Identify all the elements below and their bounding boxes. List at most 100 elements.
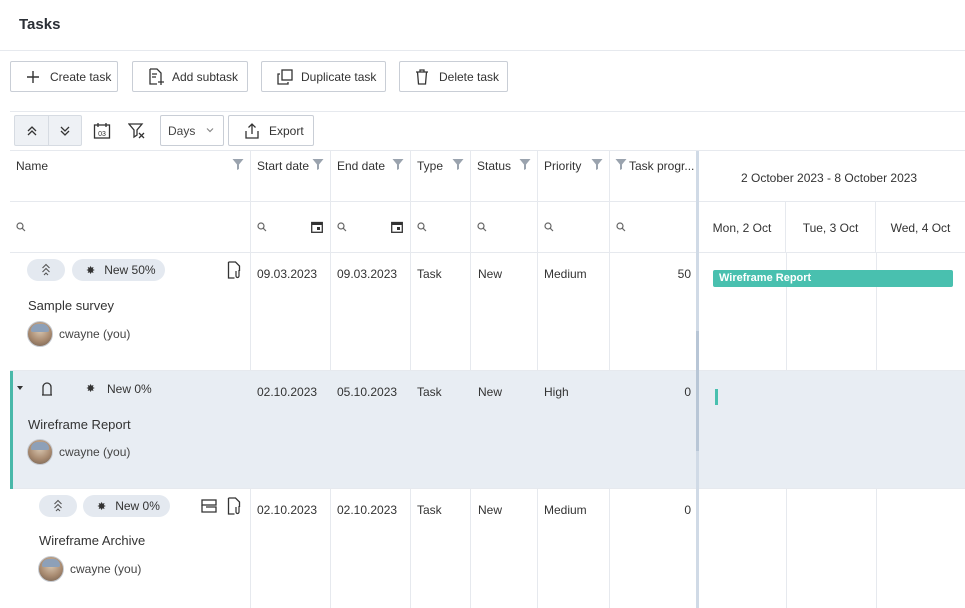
filter-icon[interactable] bbox=[615, 158, 627, 170]
create-task-button[interactable]: Create task bbox=[10, 61, 118, 92]
progress-cell: 0 bbox=[684, 503, 691, 517]
attachment-icon[interactable] bbox=[227, 497, 243, 515]
column-label: Name bbox=[16, 159, 49, 173]
filter-name[interactable] bbox=[10, 202, 251, 253]
filter-start-date[interactable] bbox=[251, 202, 331, 253]
start-date-cell: 02.10.2023 bbox=[257, 503, 318, 517]
status-new-icon: ✸ bbox=[97, 500, 107, 513]
table-row-selected[interactable]: ✸ New 0% Wireframe Report cwayne (you) 0… bbox=[10, 371, 965, 489]
calendar-icon: 03 bbox=[93, 122, 111, 139]
table-row[interactable]: ✸ New 0% Wireframe Archive cwayne (you) … bbox=[10, 489, 965, 608]
task-name[interactable]: Wireframe Report bbox=[28, 417, 131, 432]
collapse-expand-group bbox=[14, 115, 82, 146]
avatar bbox=[38, 556, 64, 582]
collapse-all-button[interactable] bbox=[15, 116, 48, 145]
type-cell: Task bbox=[417, 503, 442, 517]
column-header-progress[interactable]: Task progr... bbox=[610, 151, 698, 202]
column-label: Type bbox=[417, 159, 444, 173]
search-icon bbox=[417, 222, 427, 232]
filter-end-date[interactable] bbox=[331, 202, 411, 253]
gantt-milestone-marker[interactable] bbox=[715, 389, 718, 405]
task-name[interactable]: Wireframe Archive bbox=[39, 533, 145, 548]
duplicate-task-label: Duplicate task bbox=[301, 69, 377, 84]
filter-row bbox=[10, 202, 698, 253]
column-header-start-date[interactable]: Start date bbox=[251, 151, 331, 202]
double-chevron-down-icon bbox=[60, 126, 70, 136]
column-header-type[interactable]: Type bbox=[411, 151, 471, 202]
gantt-toolbar: 03 Days Export bbox=[10, 114, 965, 147]
collapse-caret-icon[interactable] bbox=[16, 384, 24, 392]
column-label: Task progr... bbox=[629, 159, 695, 173]
status-pill[interactable]: ✸ New 0% bbox=[83, 495, 170, 517]
expand-all-button[interactable] bbox=[48, 116, 81, 145]
subtasks-icon[interactable] bbox=[201, 498, 217, 514]
delete-task-button[interactable]: Delete task bbox=[399, 61, 508, 92]
today-button[interactable]: 03 bbox=[89, 115, 115, 146]
scrollbar[interactable] bbox=[696, 331, 699, 451]
date-picker-icon[interactable] bbox=[391, 221, 403, 233]
delete-task-label: Delete task bbox=[439, 69, 500, 84]
filter-progress[interactable] bbox=[610, 202, 698, 253]
filter-type[interactable] bbox=[411, 202, 471, 253]
attachment-icon[interactable] bbox=[227, 261, 243, 279]
grid-header: Name Start date End date Type Status Pri… bbox=[10, 151, 698, 202]
page-header: Tasks bbox=[0, 0, 965, 51]
priority-cell: Medium bbox=[544, 267, 587, 281]
page-title: Tasks bbox=[19, 16, 61, 33]
search-icon bbox=[544, 222, 554, 232]
export-icon bbox=[245, 122, 259, 139]
status-cell: New bbox=[478, 267, 503, 281]
add-subtask-icon bbox=[149, 67, 164, 85]
gantt-day-header: Mon, 2 Oct Tue, 3 Oct Wed, 4 Oct bbox=[699, 202, 965, 253]
column-label: End date bbox=[337, 159, 386, 173]
filter-priority[interactable] bbox=[538, 202, 610, 253]
avatar bbox=[42, 559, 60, 567]
priority-pill[interactable] bbox=[39, 495, 77, 517]
filter-icon[interactable] bbox=[519, 158, 531, 170]
end-date-cell: 02.10.2023 bbox=[337, 503, 398, 517]
clear-filters-button[interactable] bbox=[124, 115, 150, 146]
calendar-icon-text: 03 bbox=[98, 131, 106, 138]
gantt-task-bar[interactable]: Wireframe Report bbox=[713, 270, 953, 287]
duplicate-task-button[interactable]: Duplicate task bbox=[261, 61, 386, 92]
column-header-end-date[interactable]: End date bbox=[331, 151, 411, 202]
gantt-day: Tue, 3 Oct bbox=[786, 202, 876, 253]
priority-pill[interactable] bbox=[27, 259, 65, 281]
task-name[interactable]: Sample survey bbox=[28, 298, 114, 313]
priority-cell: High bbox=[544, 385, 569, 399]
filter-icon[interactable] bbox=[452, 158, 464, 170]
filter-icon[interactable] bbox=[392, 158, 404, 170]
filter-icon[interactable] bbox=[312, 158, 324, 170]
column-label: Status bbox=[477, 159, 512, 173]
add-subtask-button[interactable]: Add subtask bbox=[132, 61, 248, 92]
column-header-priority[interactable]: Priority bbox=[538, 151, 610, 202]
status-label[interactable]: New 0% bbox=[107, 382, 152, 396]
column-header-status[interactable]: Status bbox=[471, 151, 538, 202]
timescale-select[interactable]: Days bbox=[160, 115, 224, 146]
plus-icon bbox=[27, 70, 39, 83]
filter-icon[interactable] bbox=[591, 158, 603, 170]
status-pill[interactable]: ✸ New 50% bbox=[72, 259, 165, 281]
search-icon bbox=[337, 222, 347, 232]
assignee-name: cwayne (you) bbox=[59, 327, 131, 341]
divider bbox=[330, 253, 331, 371]
export-label: Export bbox=[269, 123, 304, 138]
filter-status[interactable] bbox=[471, 202, 538, 253]
duplicate-icon bbox=[277, 68, 293, 85]
progress-cell: 50 bbox=[677, 267, 691, 281]
status-cell: New bbox=[478, 385, 503, 399]
export-button[interactable]: Export bbox=[228, 115, 314, 146]
assignee-name: cwayne (you) bbox=[59, 445, 131, 459]
divider bbox=[876, 489, 877, 608]
divider bbox=[410, 253, 411, 371]
trash-icon bbox=[416, 68, 428, 85]
date-picker-icon[interactable] bbox=[311, 221, 323, 233]
column-header-name[interactable]: Name bbox=[10, 151, 251, 202]
status-pill-label: New 0% bbox=[115, 499, 160, 513]
priority-high-icon[interactable] bbox=[41, 381, 53, 397]
start-date-cell: 09.03.2023 bbox=[257, 267, 318, 281]
avatar bbox=[27, 321, 53, 347]
filter-icon[interactable] bbox=[232, 158, 244, 170]
gantt-date-range: 2 October 2023 - 8 October 2023 bbox=[741, 171, 918, 185]
avatar bbox=[27, 439, 53, 465]
